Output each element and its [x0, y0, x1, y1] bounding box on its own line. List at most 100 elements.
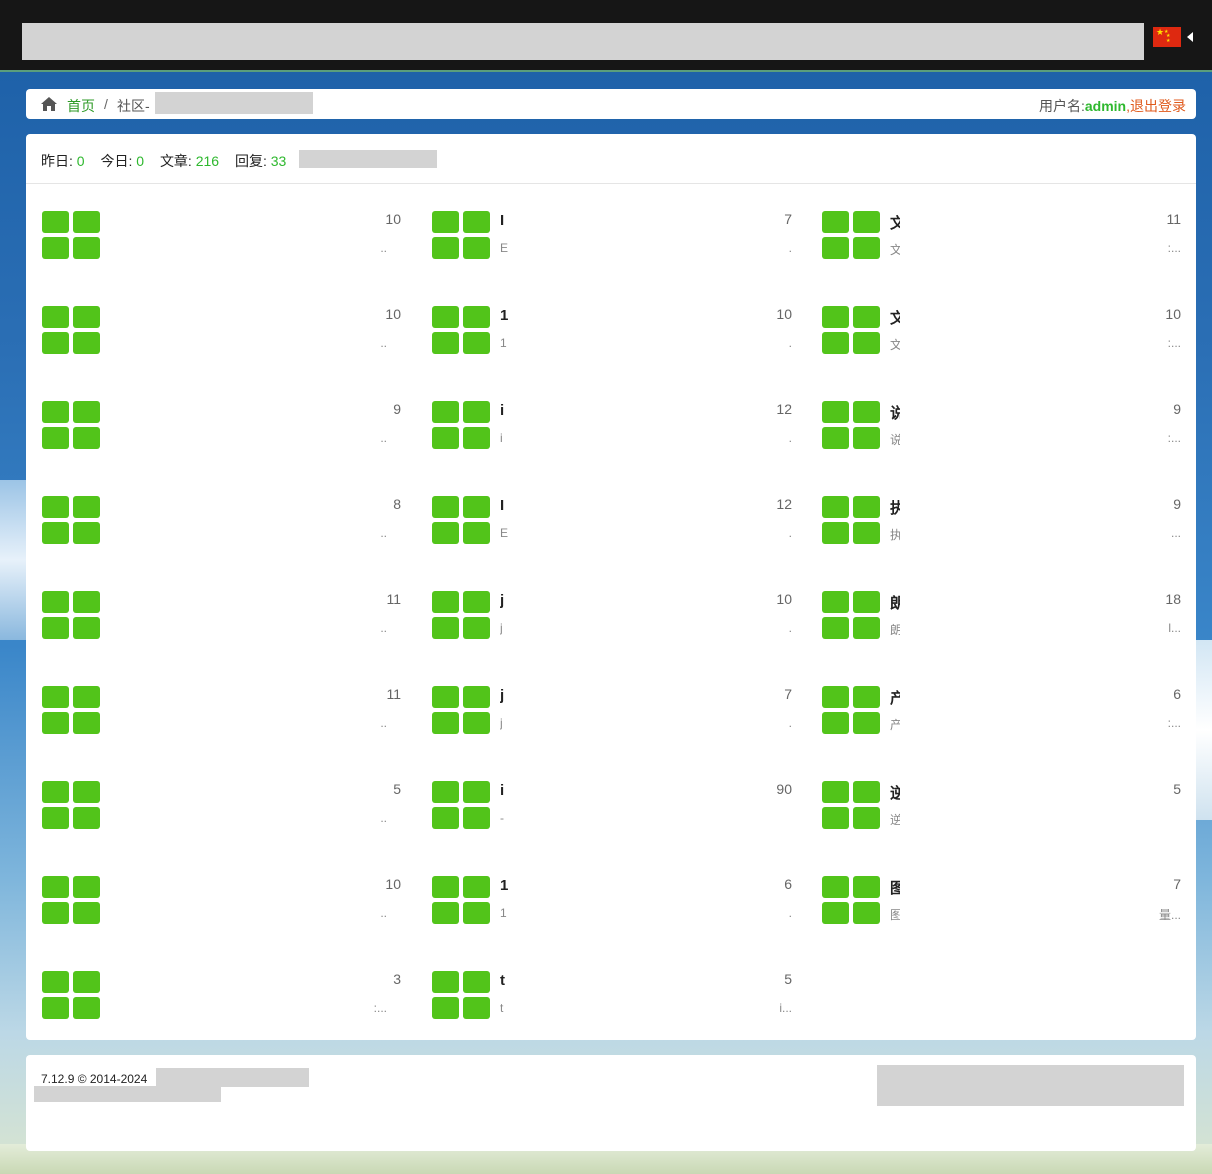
forum-name[interactable]: 朗: [890, 592, 900, 610]
forum-item[interactable]: 11..: [42, 686, 401, 746]
forum-name[interactable]: [110, 307, 120, 325]
logout-link[interactable]: 退出登录: [1130, 98, 1186, 114]
forum-item[interactable]: 文文 10:...: [822, 306, 1181, 366]
forum-name[interactable]: 产: [890, 687, 900, 705]
forum-name[interactable]: t: [500, 972, 510, 990]
grid-icon[interactable]: [822, 781, 882, 831]
forum-item[interactable]: 说说 9:...: [822, 401, 1181, 461]
forum-item[interactable]: 11..: [42, 591, 401, 651]
grid-icon[interactable]: [822, 591, 882, 641]
forum-name[interactable]: [110, 497, 120, 515]
grid-icon[interactable]: [432, 686, 492, 736]
forum-name[interactable]: [110, 402, 120, 420]
grid-icon[interactable]: [432, 211, 492, 261]
forum-name[interactable]: [110, 877, 120, 895]
forum-name[interactable]: [110, 687, 120, 705]
grid-icon[interactable]: [432, 876, 492, 926]
forum-name[interactable]: [110, 972, 120, 990]
grid-icon[interactable]: [42, 876, 102, 926]
forum-item[interactable]: 执执 9...: [822, 496, 1181, 556]
grid-cell: [42, 971, 69, 993]
forum-name[interactable]: 1: [500, 877, 510, 895]
forum-post-count: 9: [1173, 496, 1181, 512]
username-value[interactable]: admin: [1085, 98, 1126, 114]
grid-cell: [432, 997, 459, 1019]
home-icon[interactable]: [41, 97, 57, 111]
grid-icon[interactable]: [42, 211, 102, 261]
grid-icon[interactable]: [432, 781, 492, 831]
grid-icon[interactable]: [42, 686, 102, 736]
grid-icon[interactable]: [42, 781, 102, 831]
divider: [26, 183, 1196, 184]
forum-item[interactable]: 朗朗 18 l...: [822, 591, 1181, 651]
forum-name[interactable]: 1: [500, 307, 510, 325]
grid-icon[interactable]: [822, 211, 882, 261]
forum-latest-snippet: ..: [380, 811, 387, 825]
forum-post-count: 11: [1166, 211, 1181, 227]
forum-name[interactable]: 说: [890, 402, 900, 420]
grid-icon[interactable]: [432, 306, 492, 356]
forum-name[interactable]: 文: [890, 212, 900, 230]
grid-icon[interactable]: [42, 591, 102, 641]
forum-name[interactable]: [110, 782, 120, 800]
grid-icon[interactable]: [822, 401, 882, 451]
forum-item[interactable]: 9..: [42, 401, 401, 461]
forum-name[interactable]: j: [500, 592, 510, 610]
forum-item[interactable]: jj 7.: [432, 686, 792, 746]
grid-icon[interactable]: [822, 686, 882, 736]
forum-item[interactable]: 8..: [42, 496, 401, 556]
grid-icon[interactable]: [42, 971, 102, 1021]
forum-post-count: 5: [1173, 781, 1181, 797]
forum-name[interactable]: 文: [890, 307, 900, 325]
caret-left-icon[interactable]: [1187, 32, 1193, 42]
forum-item[interactable]: j j 10.: [432, 591, 792, 651]
forum-name[interactable]: 逆: [890, 782, 900, 800]
grid-icon[interactable]: [822, 876, 882, 926]
forum-item[interactable]: i - 90: [432, 781, 792, 841]
footer: 7.12.9 © 2014-2024: [26, 1055, 1196, 1151]
forum-desc: 图: [890, 908, 900, 922]
grid-icon[interactable]: [822, 496, 882, 546]
grid-cell: [463, 427, 490, 449]
forum-item[interactable]: 1 1 10.: [432, 306, 792, 366]
forum-name[interactable]: I: [500, 497, 510, 515]
grid-icon[interactable]: [822, 306, 882, 356]
grid-cell: [73, 971, 100, 993]
forum-name[interactable]: I: [500, 212, 510, 230]
forum-item[interactable]: 10..: [42, 306, 401, 366]
forum-item[interactable]: 10..: [42, 876, 401, 936]
grid-icon[interactable]: [42, 306, 102, 356]
grid-icon[interactable]: [432, 971, 492, 1021]
grid-icon[interactable]: [42, 496, 102, 546]
forum-name[interactable]: j: [500, 687, 510, 705]
forum-item[interactable]: 3:...: [42, 971, 401, 1031]
forum-item[interactable]: 逆逆 5: [822, 781, 1181, 841]
forum-desc: 1: [500, 906, 507, 920]
forum-name[interactable]: [110, 592, 120, 610]
forum-item[interactable]: 5..: [42, 781, 401, 841]
forum-item[interactable]: 图图 7 量...: [822, 876, 1181, 936]
forum-item[interactable]: I E 12.: [432, 496, 792, 556]
grid-icon[interactable]: [432, 496, 492, 546]
grid-icon[interactable]: [42, 401, 102, 451]
grid-cell: [432, 522, 459, 544]
forum-item[interactable]: 1 1 6.: [432, 876, 792, 936]
forum-name[interactable]: 执: [890, 497, 900, 515]
forum-item[interactable]: 10..: [42, 211, 401, 271]
forum-post-count: 7: [784, 211, 792, 227]
forum-name[interactable]: i: [500, 782, 510, 800]
forum-item[interactable]: 文文 11:...: [822, 211, 1181, 271]
grid-icon[interactable]: [432, 591, 492, 641]
china-flag-icon[interactable]: ★ ★ ★ ★: [1153, 27, 1181, 47]
forum-name[interactable]: i: [500, 402, 510, 420]
forum-name[interactable]: [110, 212, 120, 230]
grid-icon[interactable]: [432, 401, 492, 451]
forum-item[interactable]: t t 5 i...: [432, 971, 792, 1031]
breadcrumb-home-link[interactable]: 首页: [67, 96, 95, 116]
forum-item[interactable]: IE 7.: [432, 211, 792, 271]
forum-latest-snippet: l...: [1168, 621, 1181, 635]
forum-desc: [110, 811, 120, 827]
forum-item[interactable]: i i 12.: [432, 401, 792, 461]
forum-item[interactable]: 产产 6:...: [822, 686, 1181, 746]
forum-name[interactable]: 图: [890, 877, 900, 895]
